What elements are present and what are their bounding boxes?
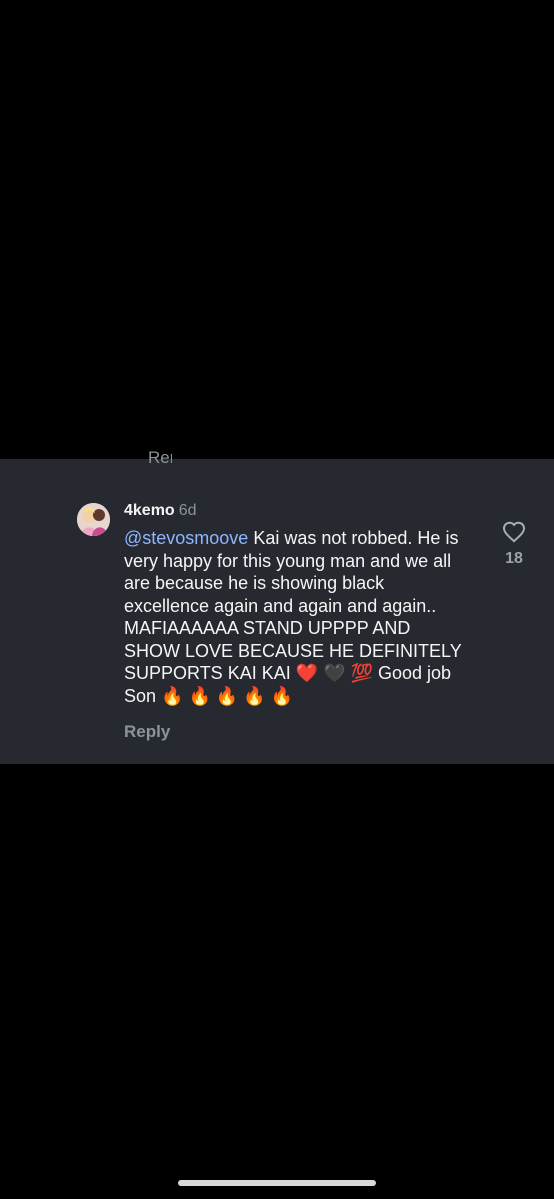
comment-panel: Reply 4kemo6d @stevosmoove Kai was not r… bbox=[0, 449, 554, 764]
previous-reply-link-clipped[interactable]: Reply bbox=[148, 449, 172, 463]
comment-meta: 4kemo 6d bbox=[124, 500, 464, 522]
reply-button[interactable]: Reply bbox=[124, 722, 170, 742]
home-indicator[interactable] bbox=[178, 1180, 376, 1186]
heart-outline-icon bbox=[502, 521, 526, 543]
comment-time: 6d bbox=[178, 502, 197, 519]
like-count: 18 bbox=[505, 550, 523, 567]
avatar[interactable] bbox=[77, 503, 110, 536]
avatar-image bbox=[77, 503, 110, 536]
comment-content: 4kemo 6d @stevosmoove Kai was not robbed.… bbox=[124, 500, 464, 707]
comment-message: Kai was not robbed. He is very happy for… bbox=[124, 528, 462, 706]
comment-username[interactable]: 4kemo bbox=[124, 502, 175, 519]
like-button[interactable]: 18 bbox=[500, 521, 528, 568]
comment-text: @stevosmoove Kai was not robbed. He is v… bbox=[124, 527, 464, 707]
comment-mention[interactable]: @stevosmoove bbox=[124, 528, 248, 548]
